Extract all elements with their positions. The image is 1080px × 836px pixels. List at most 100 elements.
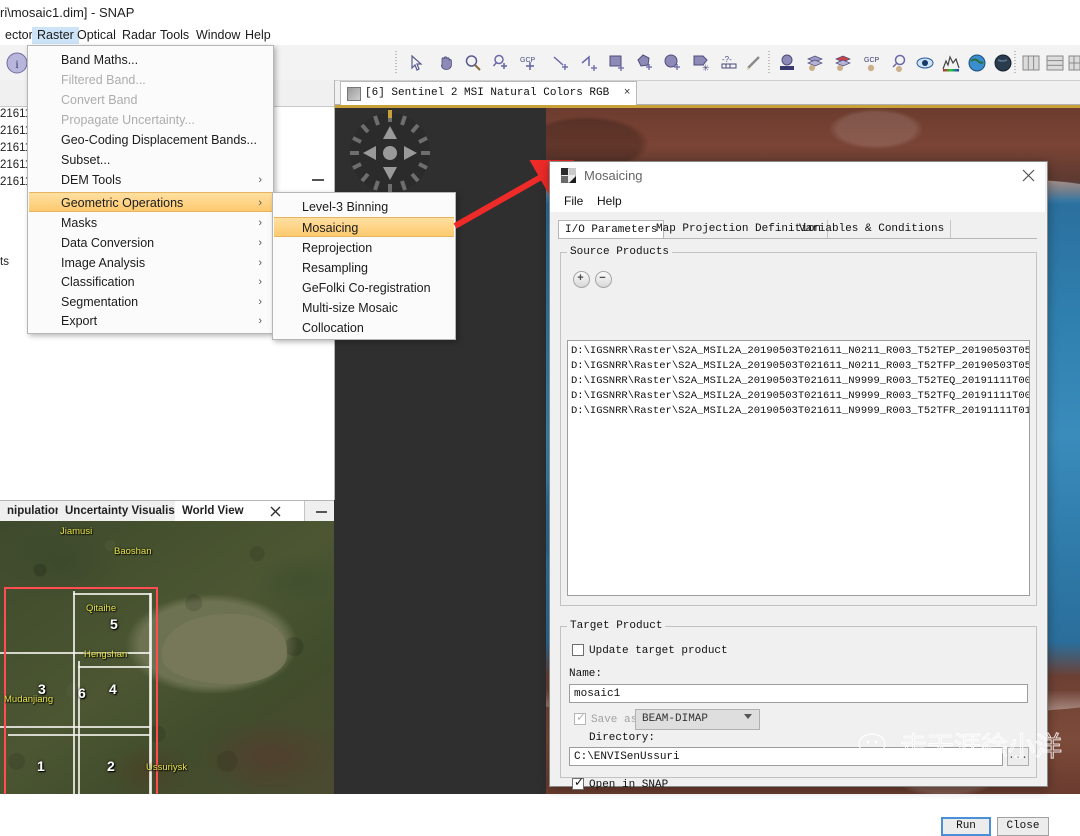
bottom-dock-tab-row: nipulation ⋯ Uncertainty Visualis⋯ World… bbox=[0, 500, 334, 523]
submenu-item-resampling[interactable]: Resampling bbox=[274, 258, 454, 278]
open-in-snap-checkbox[interactable]: ✓ bbox=[572, 775, 585, 790]
tile-number: 1 bbox=[37, 758, 45, 774]
tile-number: 5 bbox=[110, 616, 118, 632]
polyline-drawing-icon[interactable] bbox=[580, 54, 598, 72]
update-target-product-checkbox[interactable] bbox=[572, 644, 584, 656]
chevron-right-icon: › bbox=[258, 237, 262, 249]
menu-item-band-maths[interactable]: Band Maths... bbox=[29, 50, 272, 70]
source-products-list[interactable]: D:\IGSNRR\Raster\S2A_MSIL2A_20190503T021… bbox=[567, 340, 1030, 596]
magic-wand-subset-icon[interactable]: ✳ bbox=[692, 54, 710, 73]
colour-manipulation-icon[interactable] bbox=[778, 54, 796, 72]
selection-arrow-icon[interactable] bbox=[408, 54, 426, 72]
menu-item-propagate-uncertainty: Propagate Uncertainty... bbox=[61, 113, 195, 127]
tile-horizontal-icon[interactable] bbox=[1046, 54, 1064, 72]
menu-item-label: Masks bbox=[61, 216, 98, 230]
tile-vertical-icon[interactable] bbox=[1022, 54, 1040, 72]
polygon-drawing-icon[interactable] bbox=[636, 54, 654, 72]
chevron-right-icon: › bbox=[258, 315, 262, 327]
world-map-icon[interactable] bbox=[968, 54, 986, 72]
menu-item-classification[interactable]: Classification › bbox=[29, 272, 272, 292]
browse-directory-button[interactable]: ... bbox=[1007, 747, 1029, 766]
close-button[interactable]: Close bbox=[997, 817, 1049, 836]
submenu-item-reprojection[interactable]: Reprojection bbox=[274, 238, 454, 258]
tile-grid-icon[interactable] bbox=[1068, 54, 1080, 72]
run-button[interactable]: Run bbox=[941, 817, 991, 836]
submenu-item-mosaicing[interactable]: Mosaicing bbox=[274, 217, 454, 237]
directory-input[interactable] bbox=[569, 747, 1003, 766]
tile-number: 2 bbox=[107, 758, 115, 774]
chevron-down-icon bbox=[744, 714, 752, 719]
gcp-manager-icon[interactable]: GCP bbox=[860, 54, 884, 72]
remove-source-product-button[interactable]: − bbox=[595, 271, 612, 288]
world-view-close-icon[interactable] bbox=[270, 506, 281, 517]
menu-item-data-conversion[interactable]: Data Conversion › bbox=[29, 233, 272, 253]
tree-item-partial[interactable]: ts bbox=[0, 256, 9, 268]
tab-world-view[interactable]: World View bbox=[175, 501, 305, 522]
list-item[interactable]: D:\IGSNRR\Raster\S2A_MSIL2A_20190503T021… bbox=[571, 374, 1029, 388]
zoom-magnifier-icon[interactable] bbox=[464, 54, 482, 72]
menu-item-label: Data Conversion bbox=[61, 236, 155, 250]
submenu-item-collocation[interactable]: Collocation bbox=[274, 318, 454, 338]
menu-optical[interactable]: Optical bbox=[72, 27, 121, 44]
gcp-placing-icon[interactable]: GCP bbox=[518, 54, 542, 72]
product-explorer-icon[interactable] bbox=[916, 54, 934, 72]
pencil-edit-icon[interactable] bbox=[745, 54, 763, 72]
world-wind-icon[interactable] bbox=[994, 54, 1012, 72]
document-tab[interactable]: [6] Sentinel 2 MSI Natural Colors RGB × bbox=[340, 81, 638, 105]
rectangle-drawing-icon[interactable] bbox=[608, 54, 626, 72]
navigation-compass-icon[interactable] bbox=[342, 110, 438, 196]
menu-item-image-analysis[interactable]: Image Analysis › bbox=[29, 253, 272, 273]
svg-text:GCP: GCP bbox=[520, 57, 536, 64]
bottom-dock-minimize-button[interactable] bbox=[316, 511, 327, 513]
dialog-menu-help[interactable]: Help bbox=[592, 193, 627, 209]
tab-uncertainty-visualisation[interactable]: Uncertainty Visualis⋯ bbox=[58, 501, 195, 522]
menu-tools[interactable]: Tools bbox=[155, 27, 194, 44]
chevron-right-icon: › bbox=[258, 174, 262, 186]
menu-window[interactable]: Window bbox=[191, 27, 245, 44]
menu-help[interactable]: Help bbox=[240, 27, 276, 44]
menu-item-convert-band: Convert Band bbox=[61, 93, 138, 107]
map-label-qitaihe: Qitaihe bbox=[86, 603, 117, 614]
menu-item-geometric-operations[interactable]: Geometric Operations › bbox=[29, 192, 272, 212]
plus-icon: + bbox=[577, 272, 584, 284]
ellipse-drawing-icon[interactable] bbox=[664, 54, 682, 72]
add-source-product-button[interactable]: + bbox=[573, 271, 590, 288]
menu-item-geo-coding-displacement-bands[interactable]: Geo-Coding Displacement Bands... bbox=[29, 130, 272, 150]
panel-minimize-button[interactable] bbox=[312, 179, 324, 181]
target-name-input[interactable] bbox=[569, 684, 1028, 703]
menu-item-dem-tools[interactable]: DEM Tools › bbox=[29, 170, 272, 190]
layer-manager-icon[interactable] bbox=[806, 54, 824, 72]
line-drawing-icon[interactable] bbox=[552, 54, 570, 72]
world-view-map[interactable]: Jiamusi Baoshan Qitaihe Hengshan Mudanji… bbox=[0, 521, 334, 794]
mask-manager-icon[interactable] bbox=[834, 54, 852, 72]
list-item[interactable]: D:\IGSNRR\Raster\S2A_MSIL2A_20190503T021… bbox=[571, 359, 1029, 373]
pan-hand-icon[interactable] bbox=[437, 54, 455, 72]
list-item[interactable]: D:\IGSNRR\Raster\S2A_MSIL2A_20190503T021… bbox=[571, 404, 1029, 418]
dialog-menu-file[interactable]: File bbox=[559, 193, 588, 209]
save-as-checkbox: ✓ bbox=[574, 711, 586, 725]
info-icon[interactable]: i bbox=[6, 52, 28, 74]
menu-item-export[interactable]: Export › bbox=[29, 311, 272, 331]
list-item[interactable]: D:\IGSNRR\Raster\S2A_MSIL2A_20190503T021… bbox=[571, 344, 1029, 358]
dialog-close-icon[interactable] bbox=[1022, 169, 1035, 182]
update-target-product-label: Update target product bbox=[589, 645, 728, 657]
tile-number: 6 bbox=[78, 685, 86, 701]
pin-manager-icon[interactable] bbox=[890, 54, 908, 72]
submenu-item-multi-size-mosaic[interactable]: Multi-size Mosaic bbox=[274, 298, 454, 318]
submenu-item-level-3-binning[interactable]: Level-3 Binning bbox=[274, 197, 454, 217]
document-tab-label: [6] Sentinel 2 MSI Natural Colors RGB bbox=[365, 87, 610, 99]
menu-item-subset[interactable]: Subset... bbox=[29, 150, 272, 170]
histogram-icon[interactable] bbox=[942, 54, 960, 72]
check-icon: ✓ bbox=[574, 775, 585, 789]
menu-item-segmentation[interactable]: Segmentation › bbox=[29, 292, 272, 312]
document-tab-close-icon[interactable]: × bbox=[624, 82, 631, 105]
tab-io-parameters[interactable]: I/O Parameters bbox=[558, 220, 665, 239]
pin-placing-icon[interactable] bbox=[492, 54, 510, 72]
save-as-format-select[interactable]: BEAM-DIMAP bbox=[635, 709, 760, 730]
tab-variables-and-conditions[interactable]: Variables & Conditions bbox=[793, 220, 952, 239]
chevron-right-icon: › bbox=[258, 217, 262, 229]
submenu-item-gefolki-co-registration[interactable]: GeFolki Co-registration bbox=[274, 278, 454, 298]
menu-item-masks[interactable]: Masks › bbox=[29, 213, 272, 233]
list-item[interactable]: D:\IGSNRR\Raster\S2A_MSIL2A_20190503T021… bbox=[571, 389, 1029, 403]
measure-icon[interactable]: -?- bbox=[720, 54, 738, 72]
